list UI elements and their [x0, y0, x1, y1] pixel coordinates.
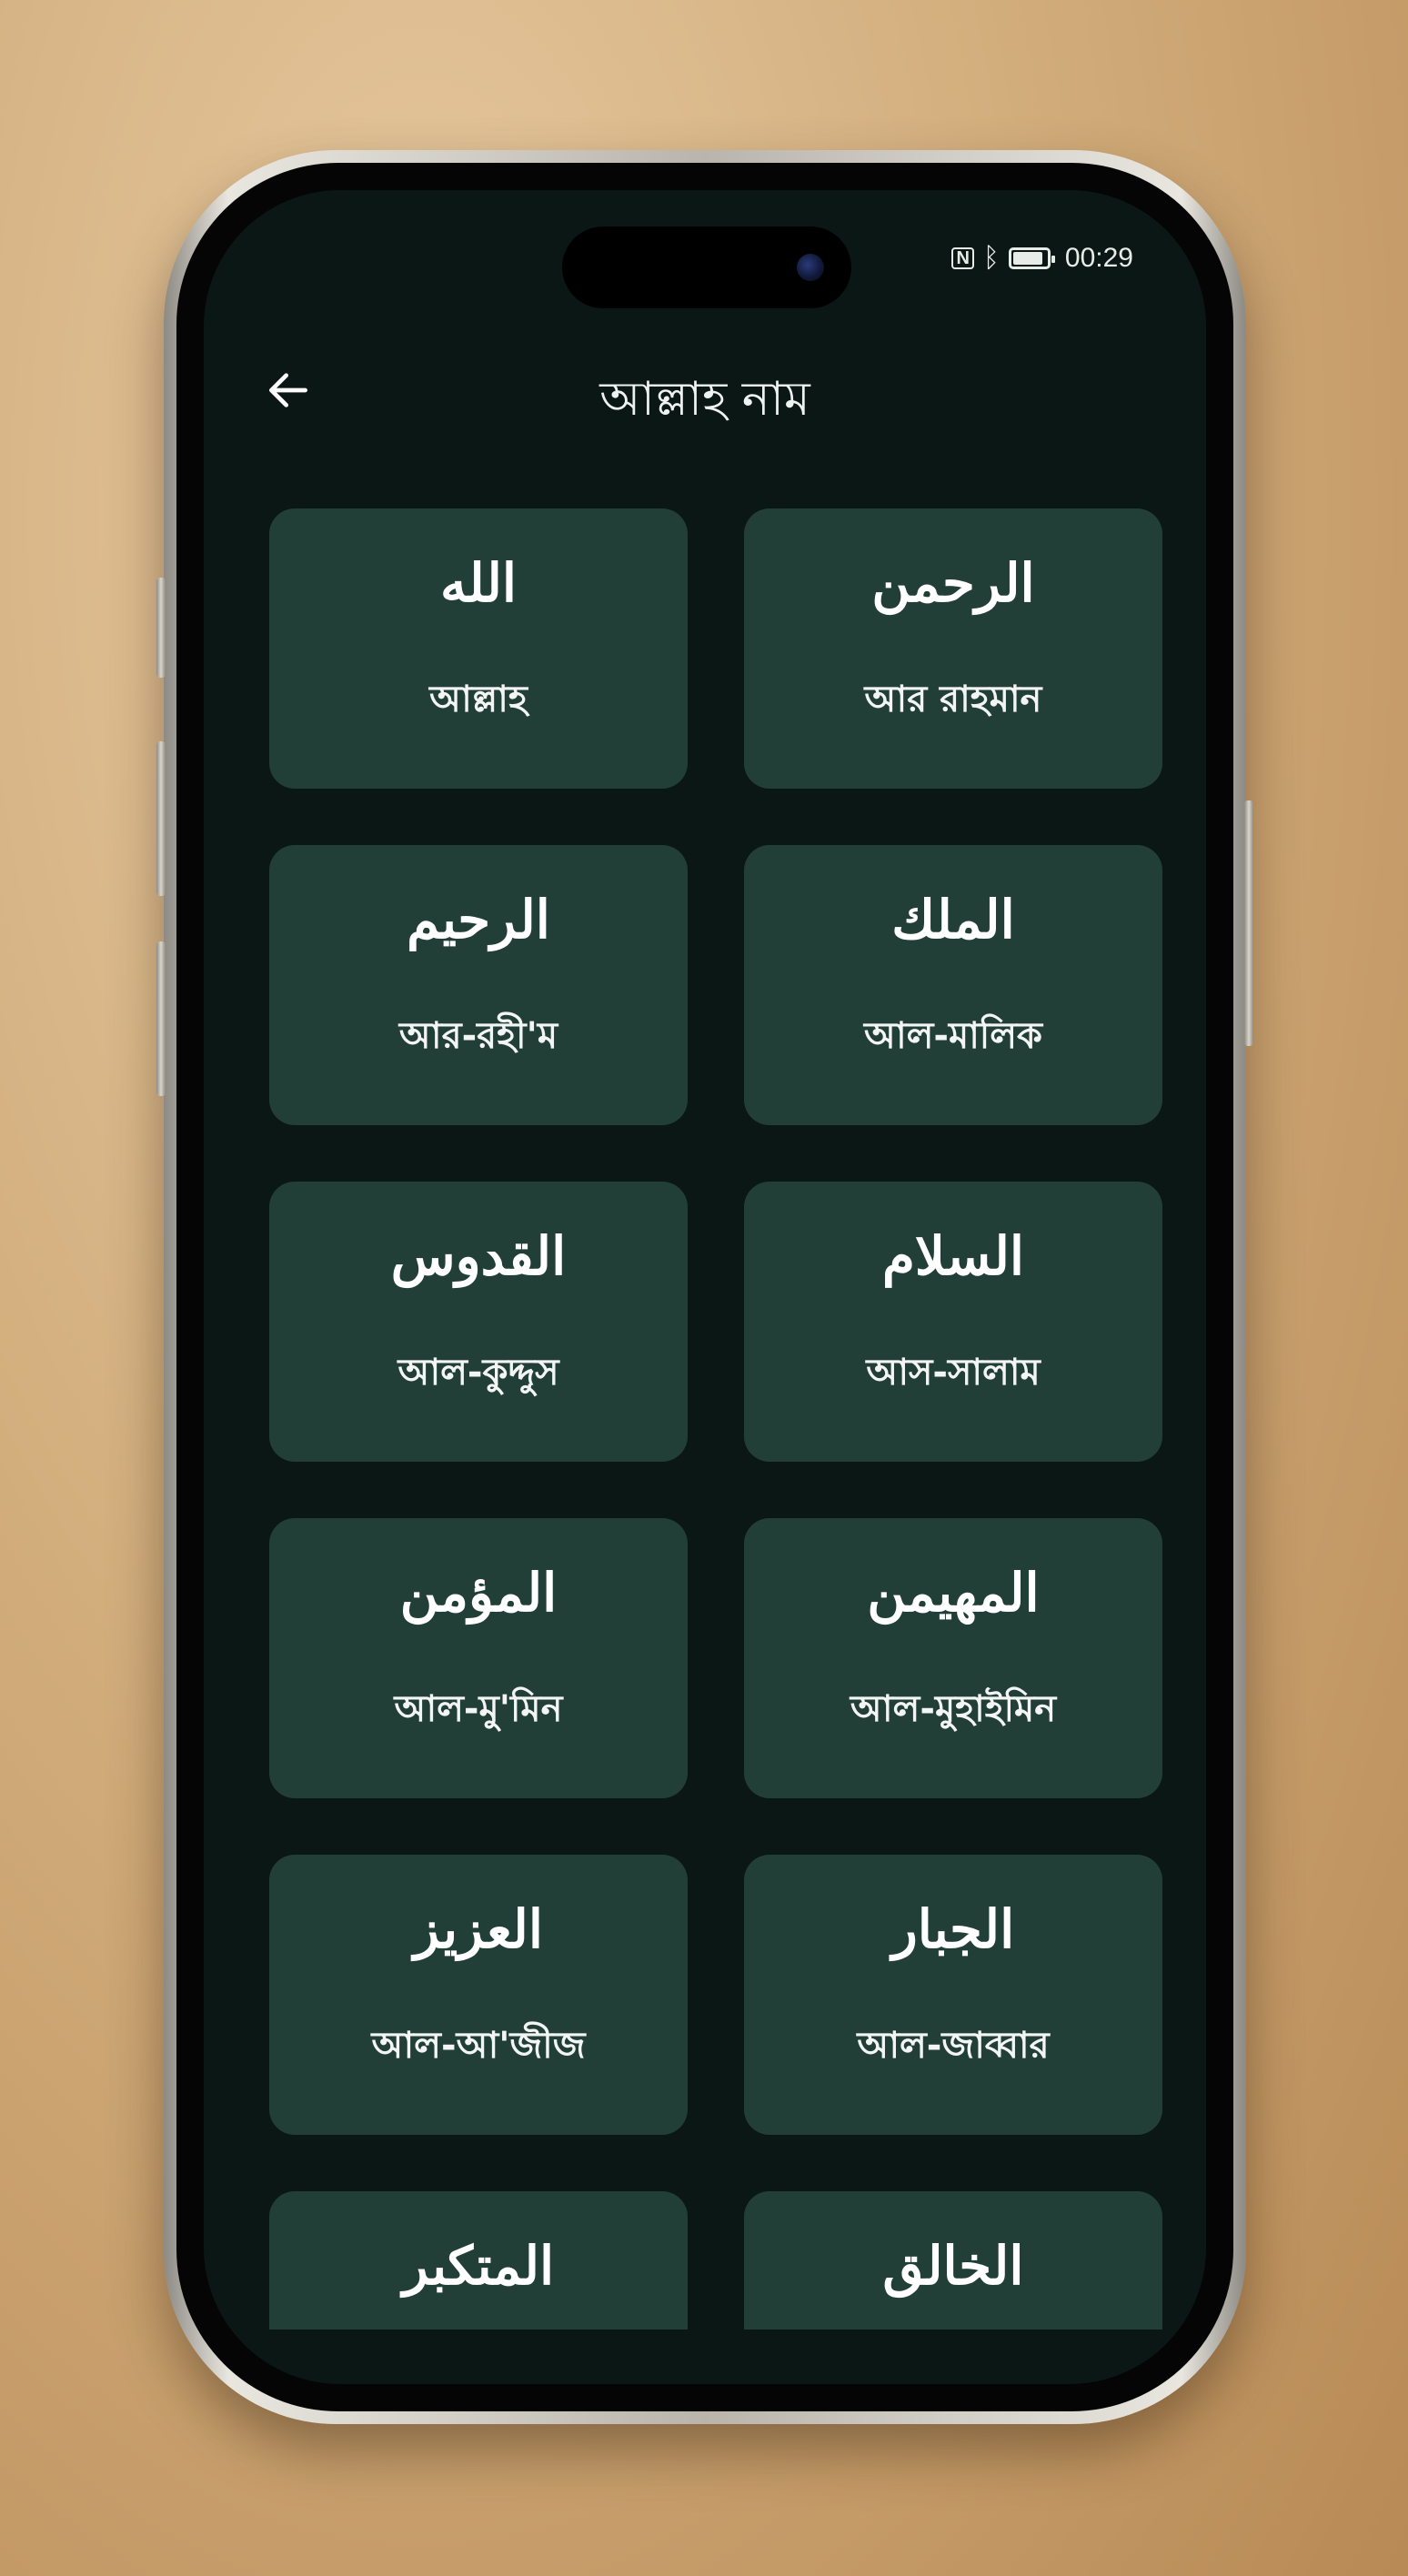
page-title: আল্লাহ নাম [599, 372, 810, 427]
name-card[interactable]: السلام আস-সালাম [744, 1182, 1162, 1462]
name-card[interactable]: المؤمن আল-মু'মিন [269, 1518, 688, 1798]
bangla-name: আল-জাব্বার [857, 2025, 1050, 2067]
arabic-name: المهيمن [867, 1562, 1040, 1624]
name-card[interactable]: الخالق [744, 2191, 1162, 2329]
power-button [1244, 800, 1253, 1046]
names-list[interactable]: الله আল্লাহ الرحمن আর রাহমান الرحيم আর-রহী'ম ا… [204, 508, 1206, 2329]
arabic-name: الجبار [891, 1898, 1015, 1960]
arabic-name: الرحمن [871, 552, 1035, 614]
arabic-name: الله [439, 552, 518, 614]
arabic-name: القدوس [390, 1225, 567, 1287]
status-bar: N ᛒ 00:29 [951, 243, 1133, 274]
volume-up-button [156, 741, 166, 896]
name-card[interactable]: الله আল্লাহ [269, 508, 688, 789]
name-card[interactable]: الرحيم আর-রহী'ম [269, 845, 688, 1125]
arabic-name: المتكبر [402, 2235, 555, 2297]
name-card[interactable]: القدوس আল-কুদ্দুস [269, 1182, 688, 1462]
name-card[interactable]: المتكبر [269, 2191, 688, 2329]
front-camera-icon [797, 254, 824, 281]
arabic-name: المؤمن [399, 1562, 558, 1624]
bangla-name: আস-সালাম [866, 1352, 1041, 1394]
phone-frame: N ᛒ 00:29 আল্লাহ নাম الله আল্লাহ الرحمن আর … [156, 150, 1253, 2424]
name-card[interactable]: المهيمن আল-মুহাইমিন [744, 1518, 1162, 1798]
name-card[interactable]: الرحمن আর রাহমান [744, 508, 1162, 789]
app-bar: আল্লাহ নাম [204, 349, 1206, 431]
arabic-name: العزيز [414, 1898, 543, 1960]
arabic-name: الملك [891, 889, 1015, 951]
name-card[interactable]: الملك আল-মালিক [744, 845, 1162, 1125]
phone-bezel: N ᛒ 00:29 আল্লাহ নাম الله আল্লাহ الرحمن আর … [176, 163, 1233, 2411]
bluetooth-icon: ᛒ [982, 243, 1000, 273]
bangla-name: আল-মুহাইমিন [850, 1688, 1057, 1730]
names-grid: الله আল্লাহ الرحمن আর রাহমান الرحيم আর-রহী'ম ا… [269, 508, 1162, 2329]
name-card[interactable]: العزيز আল-আ'জীজ [269, 1855, 688, 2135]
volume-down-button [156, 941, 166, 1096]
arabic-name: الخالق [882, 2235, 1024, 2297]
bangla-name: আল্লাহ [429, 679, 528, 720]
name-card[interactable]: الجبار আল-জাব্বার [744, 1855, 1162, 2135]
bangla-name: আল-মু'মিন [394, 1688, 563, 1730]
bangla-name: আল-মালিক [863, 1015, 1043, 1057]
arabic-name: الرحيم [407, 889, 550, 951]
battery-icon [1008, 247, 1055, 269]
arabic-name: السلام [881, 1225, 1025, 1287]
bangla-name: আল-আ'জীজ [371, 2025, 586, 2067]
bangla-name: আর-রহী'ম [398, 1015, 558, 1057]
bangla-name: আর রাহমান [864, 679, 1042, 720]
dynamic-island [562, 226, 851, 308]
battery-level [1012, 252, 1043, 265]
phone-screen: N ᛒ 00:29 আল্লাহ নাম الله আল্লাহ الرحمن আর … [204, 190, 1206, 2384]
status-time: 00:29 [1064, 243, 1133, 273]
bangla-name: আল-কুদ্দুস [397, 1352, 559, 1394]
action-button [156, 578, 166, 678]
nfc-icon: N [951, 247, 974, 269]
